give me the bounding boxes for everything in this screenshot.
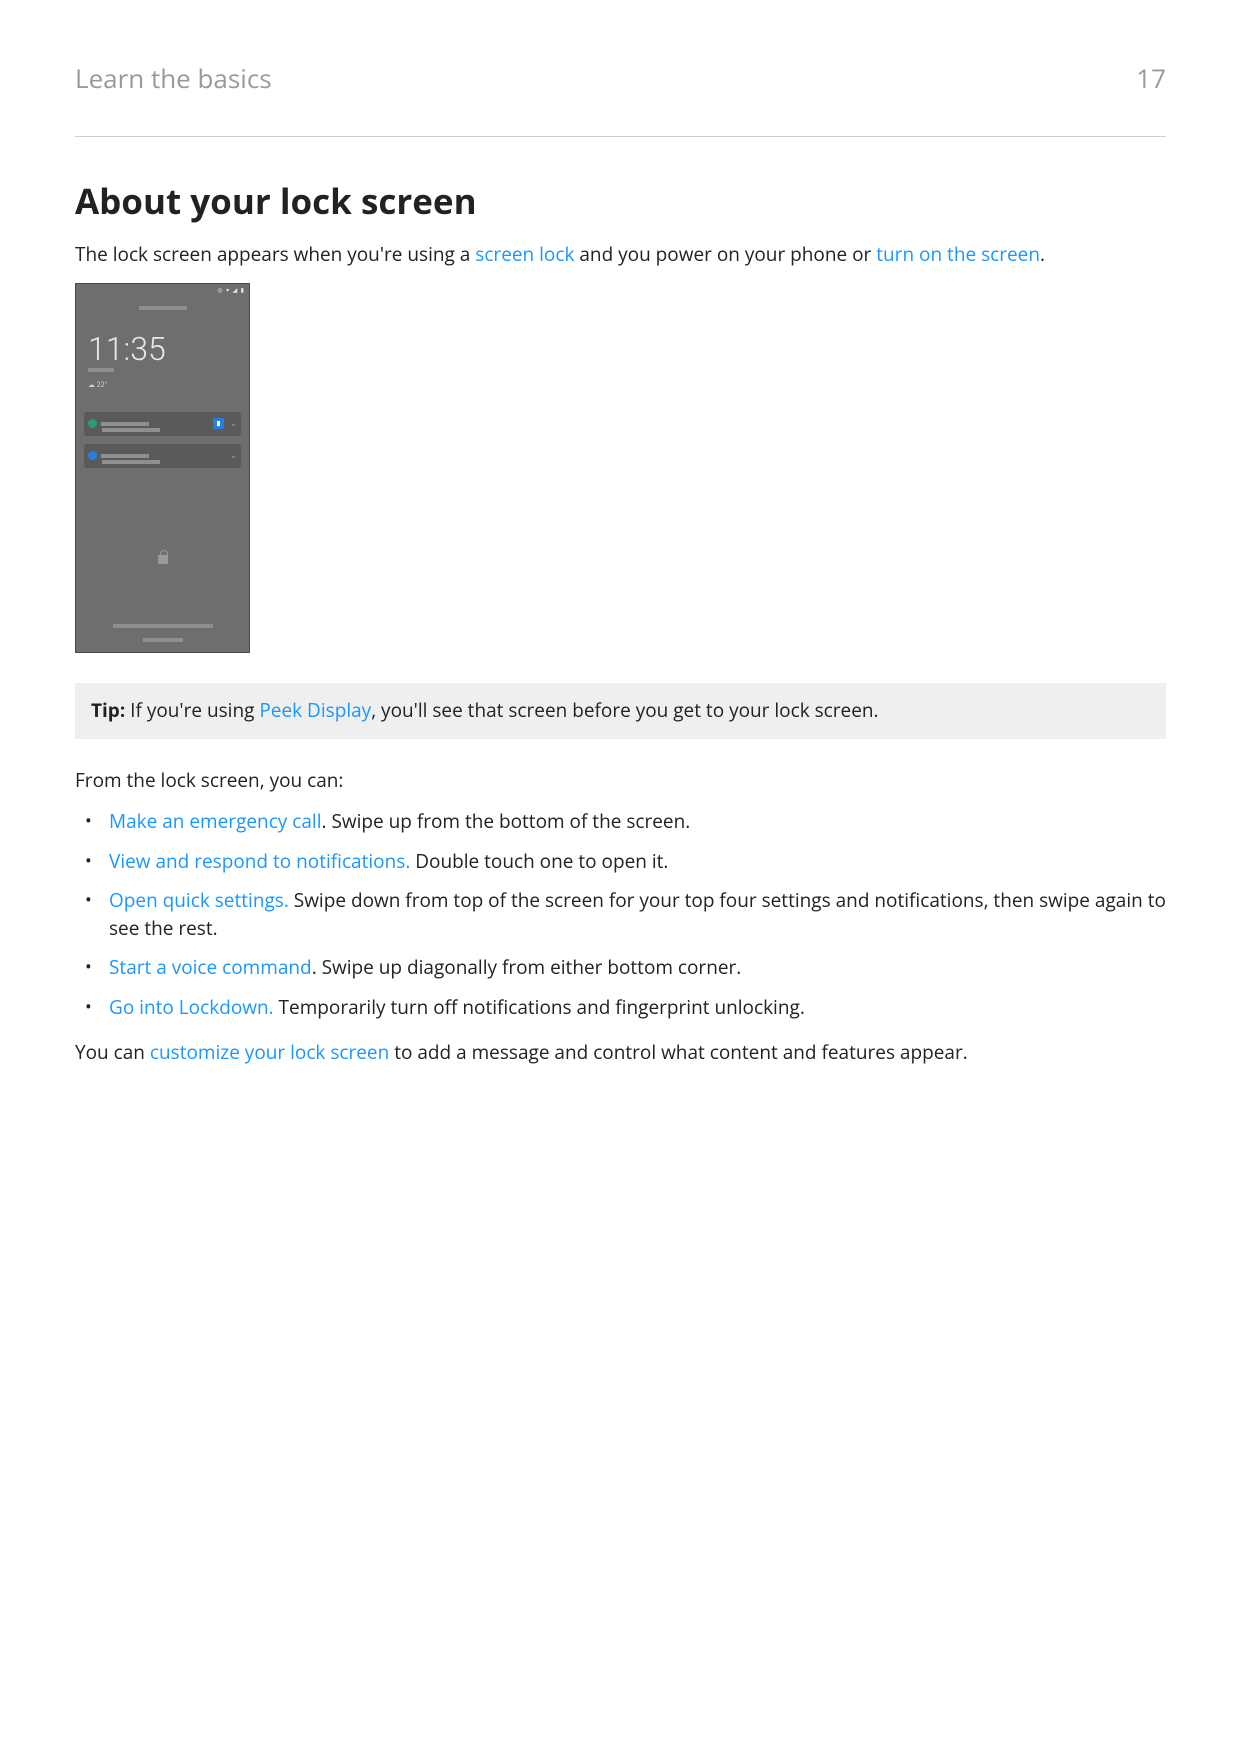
tip-label: Tip: (91, 697, 125, 723)
closing-paragraph: You can customize your lock screen to ad… (75, 1039, 1166, 1067)
tip-box: Tip: If you're using Peek Display, you'l… (75, 683, 1166, 739)
clock-text: 11:35 (88, 326, 166, 372)
notch-bar (139, 306, 187, 310)
intro-text-pre: The lock screen appears when you're usin… (75, 241, 475, 267)
list-item-text: Double touch one to open it. (410, 848, 668, 874)
list-item: Make an emergency call. Swipe up from th… (75, 808, 1166, 836)
closing-pre: You can (75, 1039, 150, 1065)
customize-lock-screen-link[interactable]: customize your lock screen (150, 1039, 389, 1065)
list-item-text: . Swipe up from the bottom of the screen… (322, 808, 691, 834)
swipe-indicator (113, 624, 213, 628)
notifications-link[interactable]: View and respond to notifications. (109, 848, 410, 874)
closing-post: to add a message and control what conten… (389, 1039, 967, 1065)
app-dot-icon (88, 419, 97, 428)
app-dot-icon (88, 451, 97, 460)
intro-paragraph: The lock screen appears when you're usin… (75, 241, 1166, 269)
tip-pre: If you're using (125, 697, 259, 723)
text-placeholder (101, 454, 149, 458)
actions-list: Make an emergency call. Swipe up from th… (75, 808, 1166, 1021)
text-placeholder (102, 460, 160, 464)
list-intro: From the lock screen, you can: (75, 767, 1166, 795)
weather-text: ☁ 22° (88, 380, 107, 390)
divider (75, 136, 1166, 137)
screen-lock-link[interactable]: screen lock (475, 241, 574, 267)
page-header: Learn the basics 17 (75, 60, 1166, 98)
breadcrumb: Learn the basics (75, 60, 272, 98)
text-placeholder (101, 422, 149, 426)
app-badge-icon (213, 418, 224, 429)
chevron-down-icon: ⌄ (230, 450, 237, 462)
chevron-down-icon: ⌄ (230, 418, 237, 430)
nav-handle (143, 638, 183, 642)
list-item-text: Temporarily turn off notifications and f… (274, 994, 805, 1020)
lock-icon (158, 552, 168, 564)
voice-command-link[interactable]: Start a voice command (109, 954, 312, 980)
emergency-call-link[interactable]: Make an emergency call (109, 808, 322, 834)
list-item: Start a voice command. Swipe up diagonal… (75, 954, 1166, 982)
status-bar-icons: ◎ ▾ ◢ ▮ (217, 287, 245, 296)
lock-screen-illustration: ◎ ▾ ◢ ▮ 11:35 ☁ 22° ⌄ ⌄ (75, 283, 250, 653)
tip-post: , you'll see that screen before you get … (371, 697, 878, 723)
turn-on-screen-link[interactable]: turn on the screen (876, 241, 1040, 267)
intro-text-mid: and you power on your phone or (574, 241, 876, 267)
page-number: 17 (1136, 60, 1166, 98)
page-title: About your lock screen (75, 177, 1166, 228)
intro-text-post: . (1040, 241, 1045, 267)
peek-display-link[interactable]: Peek Display (259, 697, 371, 723)
list-item: Open quick settings. Swipe down from top… (75, 887, 1166, 942)
list-item-text: . Swipe up diagonally from either bottom… (312, 954, 742, 980)
text-placeholder (102, 428, 160, 432)
list-item: Go into Lockdown. Temporarily turn off n… (75, 994, 1166, 1022)
date-placeholder (88, 368, 114, 372)
list-item: View and respond to notifications. Doubl… (75, 848, 1166, 876)
notification-row-2: ⌄ (84, 444, 241, 468)
notification-row-1: ⌄ (84, 412, 241, 436)
lockdown-link[interactable]: Go into Lockdown. (109, 994, 274, 1020)
quick-settings-link[interactable]: Open quick settings. (109, 887, 289, 913)
